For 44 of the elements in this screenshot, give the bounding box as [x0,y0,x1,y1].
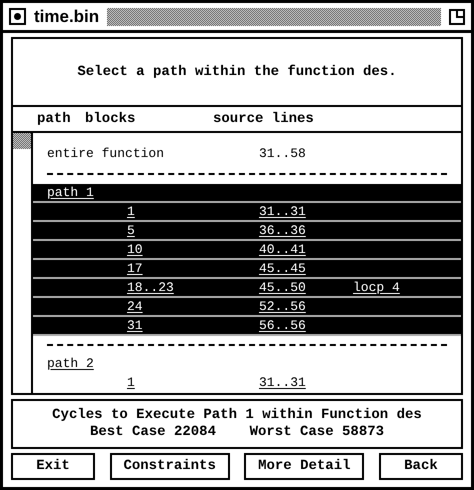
list-cell: 31..58 [259,146,306,161]
scrollbar[interactable] [13,133,33,393]
column-header: path [37,110,71,126]
list-cell: 31..31 [259,375,306,390]
list-cell: 1 [127,375,135,390]
list-cell: 40..41 [259,242,306,256]
dialog-button[interactable]: Constraints [110,453,230,480]
list-row[interactable]: 1 31..31 [33,202,461,222]
list-cell: 36..36 [259,222,306,238]
dialog-button[interactable]: Exit [11,453,95,480]
list-row[interactable]: path 1 [33,184,461,202]
list-row[interactable]: 10 40..41 [33,240,461,260]
list-row[interactable]: 17 45..45 [33,260,461,278]
list-row[interactable]: 24 52..56 [33,298,461,316]
window-title: time.bin [34,8,100,25]
list-row[interactable]: 18..23 45..50 locp 4 [33,278,461,298]
dialog-button[interactable]: More Detail [244,453,364,480]
list-cell: path 2 [47,356,94,371]
list-cell: 31..31 [259,204,306,218]
column-header: source lines [213,110,314,126]
list-cell: 5 [127,222,135,238]
list-row[interactable]: 31 56..56 [33,316,461,336]
list-cell: path 1 [47,184,94,200]
list-cell: 10 [127,242,143,256]
list-cell: 17 [127,260,143,276]
list-cell: 52..56 [259,298,306,314]
column-header: blocks [85,110,136,126]
list-cell: 56..56 [259,318,306,332]
scroll-thumb[interactable] [13,133,31,149]
list-cell: 31 [127,318,143,332]
list-cell: 45..45 [259,260,306,276]
list-cell: 45..50 [259,280,306,294]
list-row[interactable]: 5 36..36 [33,222,461,240]
summary-text: Best Case 22084 Worst Case 58873 [90,424,384,441]
list-cell: locp 4 [353,280,400,294]
prompt-text: Select a path within the function des. [77,62,397,82]
summary-text: Cycles to Execute Path 1 within Function des [52,407,422,424]
list-cell: 18..23 [127,280,174,294]
list-cell: entire function [47,146,164,161]
list-cell: 1 [127,204,135,218]
dialog-button[interactable]: Back [378,453,463,480]
close-box-icon[interactable] [9,8,26,25]
list-cell: 24 [127,298,143,314]
resize-icon[interactable] [449,8,465,24]
